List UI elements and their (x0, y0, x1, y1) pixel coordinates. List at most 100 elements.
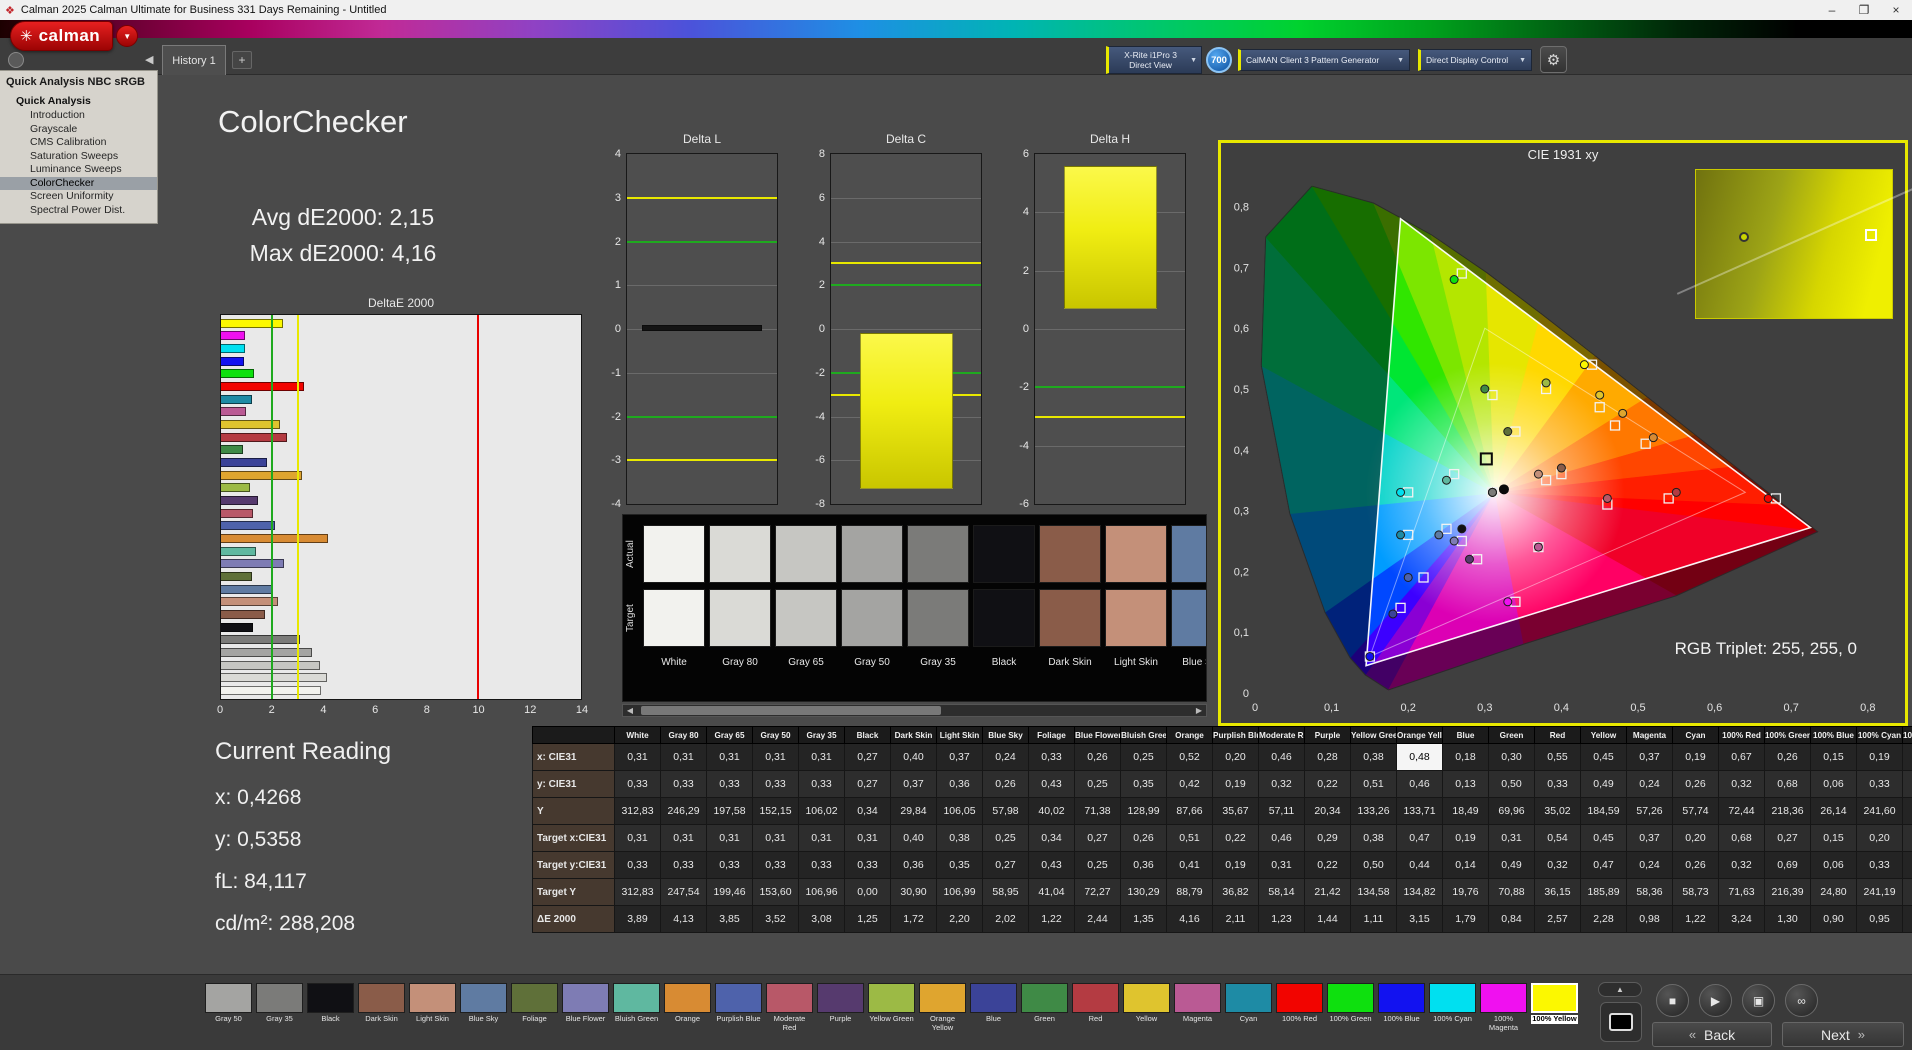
pattern-swatch-moderate-red[interactable]: Moderate Red (766, 983, 813, 1032)
table-cell[interactable]: 312,83 (615, 879, 661, 906)
table-cell[interactable]: 0,31 (799, 825, 845, 852)
swatch-compare-scrollbar[interactable]: ◀ ▶ (622, 704, 1207, 717)
table-cell[interactable]: 0,33 (1029, 744, 1075, 771)
continuous-measure-button[interactable]: ∞ (1785, 984, 1818, 1017)
table-cell[interactable]: 3,89 (615, 906, 661, 933)
sidebar-item-cms-calibration[interactable]: CMS Calibration (0, 136, 157, 150)
table-cell[interactable]: 184,59 (1581, 798, 1627, 825)
table-cell[interactable]: 0,68 (1719, 825, 1765, 852)
table-cell[interactable]: 3,15 (1397, 906, 1443, 933)
pattern-swatch-foliage[interactable]: Foliage (511, 983, 558, 1024)
table-cell[interactable]: 0,90 (1811, 906, 1857, 933)
table-cell[interactable]: 128,99 (1121, 798, 1167, 825)
table-cell[interactable]: 0,30 (1489, 744, 1535, 771)
table-cell[interactable]: 185,89 (1581, 879, 1627, 906)
table-cell[interactable]: 1,22 (1029, 906, 1075, 933)
table-cell[interactable]: 0,13 (1443, 771, 1489, 798)
table-cell[interactable]: 0,37 (1627, 744, 1673, 771)
table-cell[interactable]: 241,19 (1857, 879, 1903, 906)
table-cell[interactable]: 0,34 (1903, 825, 1912, 852)
table-cell[interactable]: 0,31 (753, 825, 799, 852)
table-cell[interactable]: 216,39 (1765, 879, 1811, 906)
table-cell[interactable]: 2,11 (1213, 906, 1259, 933)
pattern-window-button[interactable] (1600, 1002, 1642, 1042)
table-cell[interactable]: 0,54 (1535, 825, 1581, 852)
table-cell[interactable]: 0,26 (1075, 744, 1121, 771)
table-cell[interactable]: 70,88 (1489, 879, 1535, 906)
logo-menu-button[interactable]: ▼ (116, 25, 138, 47)
table-cell[interactable]: 29,84 (891, 798, 937, 825)
table-cell[interactable]: 0,18 (1443, 744, 1489, 771)
pattern-swatch-red[interactable]: Red (1072, 983, 1119, 1024)
table-cell[interactable]: 58,14 (1259, 879, 1305, 906)
add-tab-button[interactable]: + (232, 51, 252, 69)
table-cell[interactable]: 0,06 (1811, 771, 1857, 798)
table-cell[interactable]: 0,40 (891, 744, 937, 771)
table-cell[interactable]: 0,24 (1627, 771, 1673, 798)
pattern-swatch-yellow-green[interactable]: Yellow Green (868, 983, 915, 1024)
table-cell[interactable]: 3,24 (1719, 906, 1765, 933)
table-cell[interactable]: 30,90 (891, 879, 937, 906)
table-cell[interactable]: 199,46 (707, 879, 753, 906)
table-cell[interactable]: 0,32 (1535, 852, 1581, 879)
table-cell[interactable]: 2,20 (937, 906, 983, 933)
table-cell[interactable]: 3,52 (753, 906, 799, 933)
pattern-swatch-blue[interactable]: Blue (970, 983, 1017, 1024)
maximize-button[interactable]: ❐ (1848, 0, 1880, 20)
table-cell[interactable]: 0,26 (1673, 771, 1719, 798)
table-cell[interactable]: 106,05 (937, 798, 983, 825)
table-cell[interactable]: 35,67 (1213, 798, 1259, 825)
table-cell[interactable]: 218,36 (1765, 798, 1811, 825)
table-cell[interactable]: 0,37 (891, 771, 937, 798)
table-cell[interactable]: 57,11 (1259, 798, 1305, 825)
table-cell[interactable]: 58,95 (983, 879, 1029, 906)
pattern-swatch-magenta[interactable]: Magenta (1174, 983, 1221, 1024)
table-cell[interactable]: 4,13 (661, 906, 707, 933)
table-cell[interactable]: 0,14 (1443, 852, 1489, 879)
table-cell[interactable]: 0,31 (845, 825, 891, 852)
table-cell[interactable]: 0,34 (1029, 825, 1075, 852)
table-cell[interactable]: 20,34 (1305, 798, 1351, 825)
table-cell[interactable]: 0,47 (1581, 852, 1627, 879)
table-cell[interactable]: 0,36 (1121, 852, 1167, 879)
table-cell[interactable]: 71,38 (1075, 798, 1121, 825)
table-cell[interactable]: 0,15 (1903, 852, 1912, 879)
table-cell[interactable]: 0,37 (937, 744, 983, 771)
table-cell[interactable]: 0,31 (615, 744, 661, 771)
sidebar-item-screen-uniformity[interactable]: Screen Uniformity (0, 190, 157, 204)
table-cell[interactable]: 0,26 (1121, 825, 1167, 852)
pattern-swatch-100-cyan[interactable]: 100% Cyan (1429, 983, 1476, 1024)
table-cell[interactable]: 26,14 (1811, 798, 1857, 825)
table-cell[interactable]: 0,31 (661, 744, 707, 771)
pattern-swatch-gray-50[interactable]: Gray 50 (205, 983, 252, 1024)
sidebar-item-grayscale[interactable]: Grayscale (0, 123, 157, 137)
table-cell[interactable]: 0,95 (1857, 906, 1903, 933)
pattern-swatch-100-magenta[interactable]: 100% Magenta (1480, 983, 1527, 1032)
table-cell[interactable]: 0,20 (1673, 825, 1719, 852)
table-cell[interactable]: 36,15 (1535, 879, 1581, 906)
table-cell[interactable]: 3,08 (799, 906, 845, 933)
pattern-swatch-purplish-blue[interactable]: Purplish Blue (715, 983, 762, 1024)
table-cell[interactable]: 58,36 (1627, 879, 1673, 906)
table-cell[interactable]: 18,49 (1443, 798, 1489, 825)
table-cell[interactable]: 0,52 (1167, 744, 1213, 771)
table-cell[interactable]: 106,99 (937, 879, 983, 906)
table-cell[interactable]: 1,79 (1443, 906, 1489, 933)
table-cell[interactable]: 134,82 (1397, 879, 1443, 906)
pattern-swatch-cyan[interactable]: Cyan (1225, 983, 1272, 1024)
table-cell[interactable]: 0,27 (983, 852, 1029, 879)
pattern-swatch-100-green[interactable]: 100% Green (1327, 983, 1374, 1024)
table-cell[interactable]: 0,27 (845, 744, 891, 771)
table-cell[interactable]: 0,46 (1397, 771, 1443, 798)
table-cell[interactable]: 0,20 (1857, 825, 1903, 852)
table-cell[interactable]: 0,06 (1811, 852, 1857, 879)
table-cell[interactable]: 19,76 (1443, 879, 1489, 906)
pattern-bar-expand-button[interactable]: ▲ (1598, 982, 1642, 997)
table-cell[interactable]: 0,51 (1167, 825, 1213, 852)
table-cell[interactable]: 0,25 (1075, 771, 1121, 798)
display-control-dropdown[interactable]: Direct Display Control ▼ (1418, 49, 1532, 71)
sidebar-item-colorchecker[interactable]: ColorChecker (0, 177, 157, 191)
table-cell[interactable]: 0,33 (799, 852, 845, 879)
table-cell[interactable]: 41,04 (1029, 879, 1075, 906)
table-cell[interactable]: 3,85 (707, 906, 753, 933)
